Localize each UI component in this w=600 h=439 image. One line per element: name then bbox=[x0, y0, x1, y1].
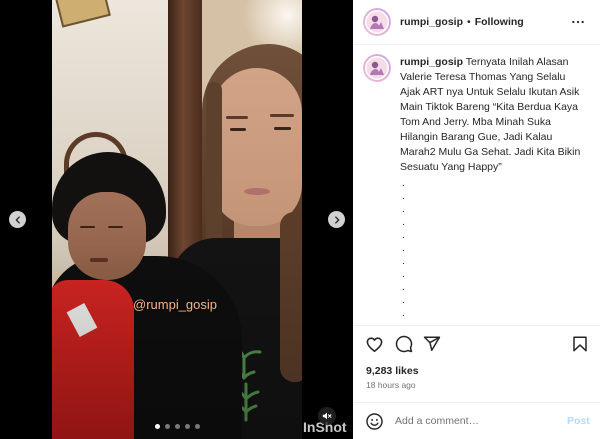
carousel-dot bbox=[154, 424, 160, 429]
comment-button[interactable] bbox=[394, 334, 414, 354]
carousel-dot bbox=[174, 424, 180, 429]
caption-line: . bbox=[402, 190, 405, 202]
caption-trailing-lines: ........... bbox=[402, 177, 405, 320]
header-user-line: rumpi_gosip • Following bbox=[400, 15, 524, 29]
caption-line: . bbox=[402, 255, 405, 267]
smiley-icon bbox=[365, 412, 383, 430]
divider bbox=[353, 325, 600, 326]
comment-icon bbox=[395, 335, 413, 353]
caption-line: . bbox=[402, 229, 405, 241]
video-overlay-text: @rumpi_gosip bbox=[133, 297, 218, 312]
header-username[interactable]: rumpi_gosip bbox=[400, 16, 463, 28]
share-button[interactable] bbox=[422, 334, 442, 354]
caption-line: . bbox=[402, 268, 405, 280]
post-header: rumpi_gosip • Following bbox=[353, 0, 600, 45]
send-icon bbox=[423, 336, 441, 352]
heart-icon bbox=[366, 336, 382, 352]
caption-text: Ternyata Inilah Alasan Valerie Teresa Th… bbox=[400, 56, 581, 173]
follow-status-button[interactable]: Following bbox=[475, 16, 524, 28]
like-count[interactable]: 9,283 likes bbox=[366, 364, 419, 378]
previous-button[interactable] bbox=[9, 211, 26, 228]
caption-line: . bbox=[402, 281, 405, 293]
post-caption: rumpi_gosip Ternyata Inilah Alasan Valer… bbox=[400, 55, 586, 175]
caption-avatar[interactable] bbox=[363, 54, 391, 82]
speaker-muted-icon bbox=[322, 412, 332, 420]
bookmark-icon bbox=[573, 336, 587, 352]
caption-line: . bbox=[402, 203, 405, 215]
caption-line: . bbox=[402, 242, 405, 254]
comment-input[interactable] bbox=[395, 411, 560, 431]
caption-line: . bbox=[402, 307, 405, 319]
carousel-dot bbox=[164, 424, 170, 429]
caption-username[interactable]: rumpi_gosip bbox=[400, 56, 463, 68]
chevron-left-icon bbox=[15, 215, 20, 224]
like-button[interactable] bbox=[364, 334, 384, 354]
more-horizontal-icon[interactable] bbox=[570, 14, 586, 30]
carousel-dot bbox=[194, 424, 200, 429]
caption-line: . bbox=[402, 294, 405, 306]
post-comment-button[interactable]: Post bbox=[567, 413, 590, 429]
post-details-panel: rumpi_gosip • Following rumpi_gosip Ternya… bbox=[353, 0, 600, 439]
save-button[interactable] bbox=[570, 334, 590, 354]
post-timestamp[interactable]: 18 hours ago bbox=[366, 380, 416, 390]
caption-line: . bbox=[402, 177, 405, 189]
avatar[interactable] bbox=[363, 8, 391, 36]
carousel-dot bbox=[184, 424, 190, 429]
header-separator: • bbox=[467, 16, 471, 28]
post-media: @rumpi_gosip InShot bbox=[0, 0, 353, 439]
next-button[interactable] bbox=[328, 211, 345, 228]
chevron-right-icon bbox=[334, 215, 339, 224]
divider bbox=[353, 402, 600, 403]
carousel-indicator bbox=[152, 424, 202, 429]
audio-toggle-button[interactable] bbox=[318, 407, 336, 425]
post-video[interactable] bbox=[52, 0, 302, 439]
emoji-button[interactable] bbox=[364, 411, 384, 431]
caption-line: . bbox=[402, 216, 405, 228]
video-shade bbox=[52, 0, 302, 439]
